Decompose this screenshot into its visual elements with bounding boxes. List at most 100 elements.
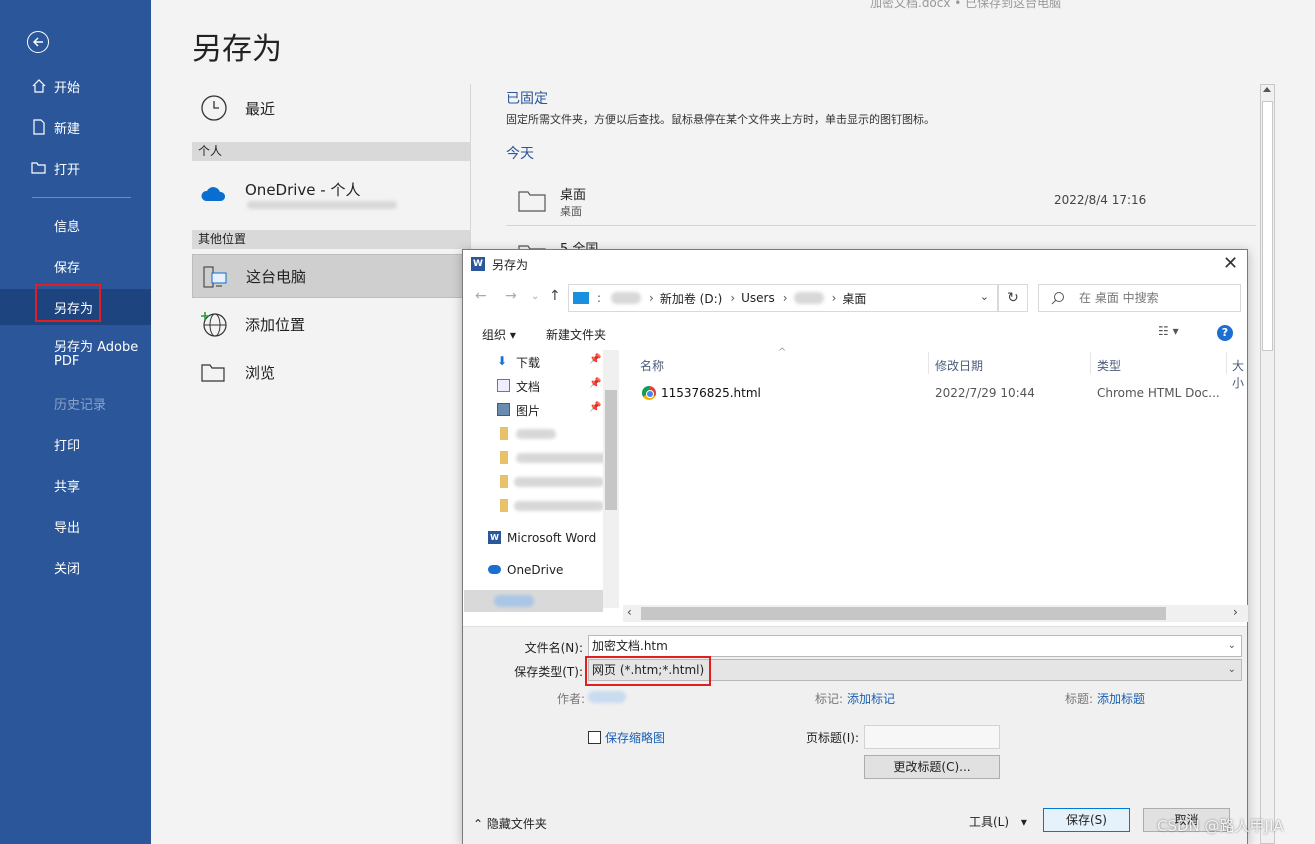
recent-locations-icon[interactable]: ⌄	[531, 291, 539, 302]
nav-home[interactable]: 开始	[0, 68, 151, 104]
filename-label: 文件名(N):	[524, 641, 583, 655]
file-row[interactable]: 115376825.html 2022/7/29 10:44 Chrome HT…	[626, 382, 1226, 404]
save-thumbnail-checkbox[interactable]	[588, 731, 601, 744]
breadcrumb-users[interactable]: Users	[741, 291, 775, 305]
forward-arrow-icon[interactable]: →	[505, 288, 517, 304]
view-options-icon[interactable]: ☷ ▾	[1158, 324, 1179, 338]
backstage-scrollbar[interactable]	[1260, 84, 1275, 844]
organize-button[interactable]: 组织 ▾	[482, 326, 516, 343]
page-title-input[interactable]	[864, 725, 1000, 749]
add-tags-link[interactable]: 添加标记	[847, 690, 895, 707]
sort-ascending-icon: ^	[778, 347, 787, 358]
scroll-up-arrow-icon[interactable]	[1263, 87, 1271, 92]
add-title-link[interactable]: 添加标题	[1097, 690, 1145, 707]
folder-row-desktop[interactable]: 桌面 桌面 2022/8/4 17:16	[506, 178, 1256, 226]
tree-item-documents[interactable]: 文档 📌	[464, 374, 604, 398]
picture-icon	[497, 403, 510, 416]
tree-item-redacted-1[interactable]	[464, 422, 604, 446]
tree-item-redacted-4[interactable]	[464, 494, 604, 518]
document-icon	[497, 379, 510, 392]
location-add-place[interactable]: 添加位置	[192, 302, 470, 346]
refresh-button[interactable]: ↻	[998, 284, 1028, 312]
breadcrumb-drive[interactable]: 新加卷 (D:)	[660, 290, 722, 307]
change-title-button[interactable]: 更改标题(C)...	[864, 755, 1000, 779]
nav-new[interactable]: 新建	[0, 109, 151, 145]
location-onedrive[interactable]: OneDrive - 个人	[192, 172, 470, 216]
new-document-icon	[33, 119, 45, 135]
chevron-down-icon[interactable]: ⌄	[1228, 636, 1236, 656]
folder-icon	[500, 427, 508, 440]
column-name[interactable]: 名称	[640, 357, 664, 374]
chevron-down-icon[interactable]: ⌄	[1228, 660, 1236, 680]
breadcrumb-separator-icon: ›	[831, 291, 837, 305]
dialog-title: 另存为	[492, 258, 529, 272]
tree-item-word[interactable]: W Microsoft Word	[464, 526, 604, 550]
chevron-down-icon[interactable]: ⌄	[980, 290, 989, 303]
column-type[interactable]: 类型	[1097, 357, 1121, 374]
redacted-author[interactable]	[588, 691, 626, 703]
file-list-hscrollbar[interactable]: ‹ ›	[623, 605, 1248, 622]
location-onedrive-label: OneDrive - 个人	[245, 181, 361, 199]
tree-item-pictures[interactable]: 图片 📌	[464, 398, 604, 422]
tree-item-redacted-3[interactable]	[464, 470, 604, 494]
scroll-right-icon[interactable]: ›	[1233, 605, 1238, 619]
chrome-icon	[642, 386, 656, 400]
help-button[interactable]: ?	[1217, 325, 1233, 341]
filetype-label: 保存类型(T):	[514, 665, 583, 679]
new-folder-button[interactable]: 新建文件夹	[546, 326, 606, 343]
scrollbar-thumb[interactable]	[641, 607, 1166, 620]
location-browse-label: 浏览	[245, 363, 276, 382]
nav-share[interactable]: 共享	[0, 467, 151, 503]
nav-open[interactable]: 打开	[0, 150, 151, 186]
address-bar[interactable]: : › 新加卷 (D:) › Users › › 桌面 ⌄	[568, 284, 998, 312]
nav-save[interactable]: 保存	[0, 248, 151, 284]
search-input[interactable]: 在 桌面 中搜索	[1038, 284, 1241, 312]
page-title-label: 页标题(I):	[806, 731, 859, 745]
tree-selected-item[interactable]	[464, 590, 603, 612]
location-recent[interactable]: 最近	[192, 86, 470, 130]
globe-add-icon	[201, 312, 227, 337]
folder-icon	[500, 499, 508, 512]
redacted-name	[514, 501, 604, 511]
breadcrumb-separator-icon: ›	[782, 291, 788, 305]
tree-item-label: OneDrive	[507, 563, 564, 577]
column-separator	[928, 352, 929, 374]
nav-info[interactable]: 信息	[0, 207, 151, 243]
tree-item-label: 图片	[516, 403, 541, 418]
search-placeholder: 在 桌面 中搜索	[1079, 291, 1159, 305]
tree-item-redacted-2[interactable]	[464, 446, 611, 470]
column-modified[interactable]: 修改日期	[935, 357, 983, 374]
pin-icon: 📌	[589, 402, 602, 413]
tree-item-downloads[interactable]: ⬇ 下载 📌	[464, 350, 604, 374]
save-thumbnail-label[interactable]: 保存缩略图	[605, 729, 665, 746]
scrollbar-thumb[interactable]	[605, 390, 617, 510]
pin-icon: 📌	[589, 354, 602, 365]
highlight-box-filetype	[585, 656, 711, 686]
folder-name: 桌面	[560, 188, 587, 203]
nav-save-as-pdf[interactable]: 另存为 Adobe PDF	[0, 337, 151, 377]
scroll-left-icon[interactable]: ‹	[627, 605, 632, 619]
location-this-pc[interactable]: 这台电脑	[192, 254, 470, 298]
nav-export-label: 导出	[54, 520, 81, 536]
close-button[interactable]: ✕	[1223, 253, 1238, 274]
nav-export[interactable]: 导出	[0, 508, 151, 544]
breadcrumb-desktop[interactable]: 桌面	[842, 290, 866, 307]
nav-print[interactable]: 打印	[0, 426, 151, 462]
tree-item-onedrive[interactable]: OneDrive	[464, 558, 604, 582]
save-button[interactable]: 保存(S)	[1043, 808, 1130, 832]
backstage-nav: 开始 新建 打开 信息 保存 另存为 另存为 Adobe PDF 历史记录 打印…	[0, 0, 151, 844]
tools-menu[interactable]: 工具(L) ▾	[969, 813, 1027, 830]
hide-folders-toggle[interactable]: ⌃ 隐藏文件夹	[473, 815, 547, 832]
back-arrow-icon[interactable]: ←	[475, 288, 487, 304]
tree-scrollbar[interactable]	[603, 350, 619, 608]
location-browse[interactable]: 浏览	[192, 350, 470, 394]
scrollbar-thumb[interactable]	[1262, 101, 1273, 351]
nav-print-label: 打印	[54, 438, 81, 454]
word-icon: W	[471, 257, 485, 271]
redacted-name	[516, 453, 611, 463]
back-button[interactable]	[27, 31, 49, 53]
nav-close[interactable]: 关闭	[0, 549, 151, 585]
up-arrow-icon[interactable]: ↑	[549, 288, 561, 304]
filename-input[interactable]: 加密文档.htm ⌄	[588, 635, 1242, 657]
column-size[interactable]: 大小	[1232, 357, 1246, 391]
